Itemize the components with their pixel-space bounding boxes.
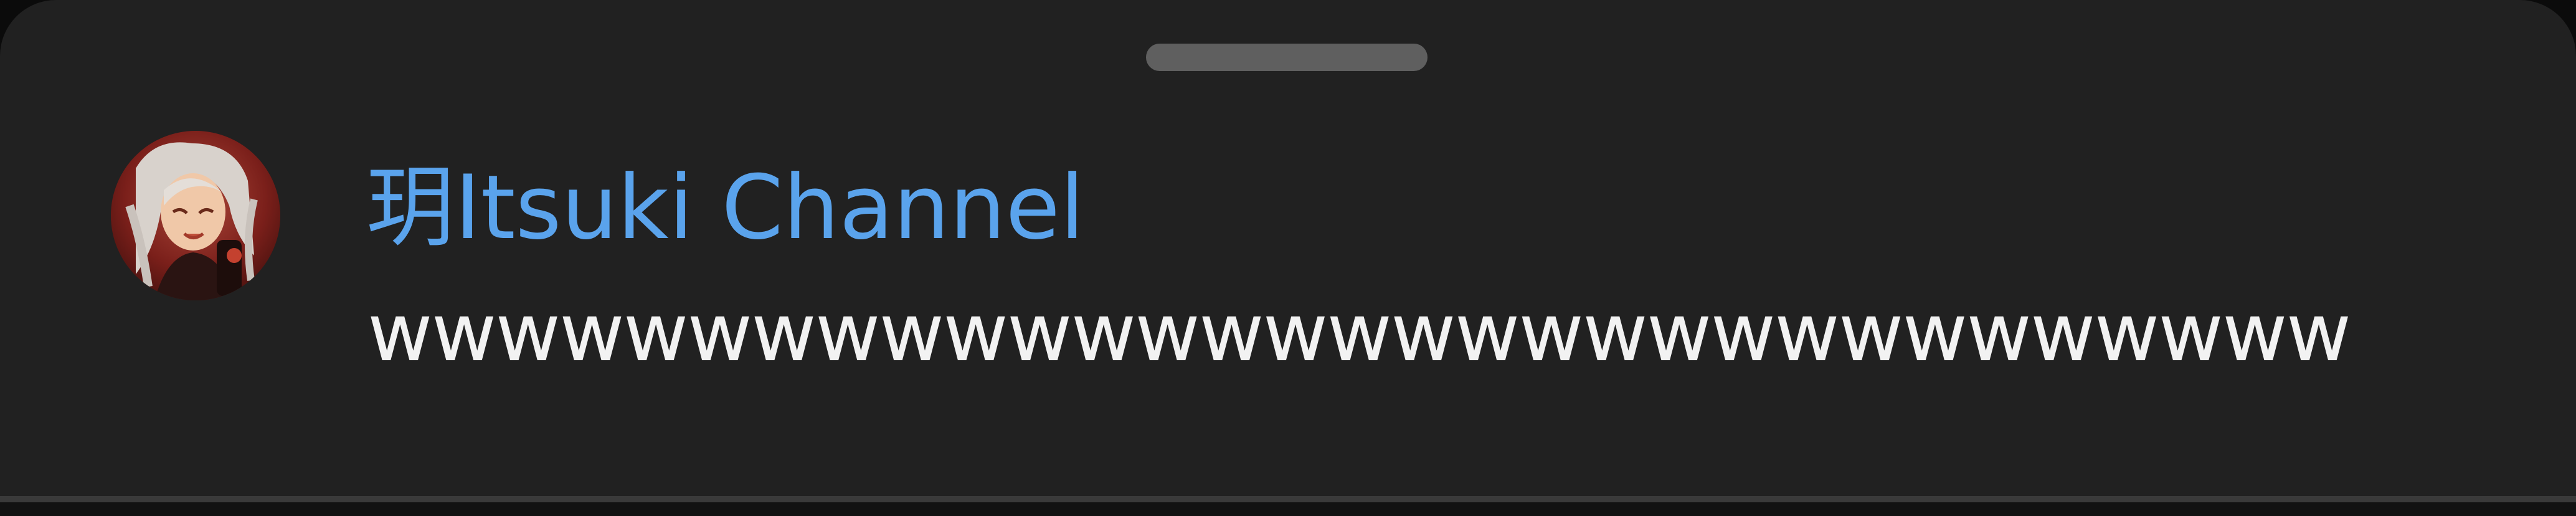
sheet-bottom-divider [0, 496, 2576, 502]
message-text: wwwwwwwwwwwwwwwwwwwwwwwwwwwwwww [367, 287, 2351, 380]
message-detail-sheet: 玥Itsuki Channel wwwwwwwwwwwwwwwwwwwwwwww… [0, 0, 2576, 499]
drag-handle[interactable] [1146, 44, 1428, 71]
background-strip [0, 502, 2576, 516]
author-avatar[interactable] [111, 131, 280, 300]
author-name[interactable]: 玥Itsuki Channel [366, 152, 1084, 264]
anime-girl-avatar-icon [111, 131, 280, 300]
